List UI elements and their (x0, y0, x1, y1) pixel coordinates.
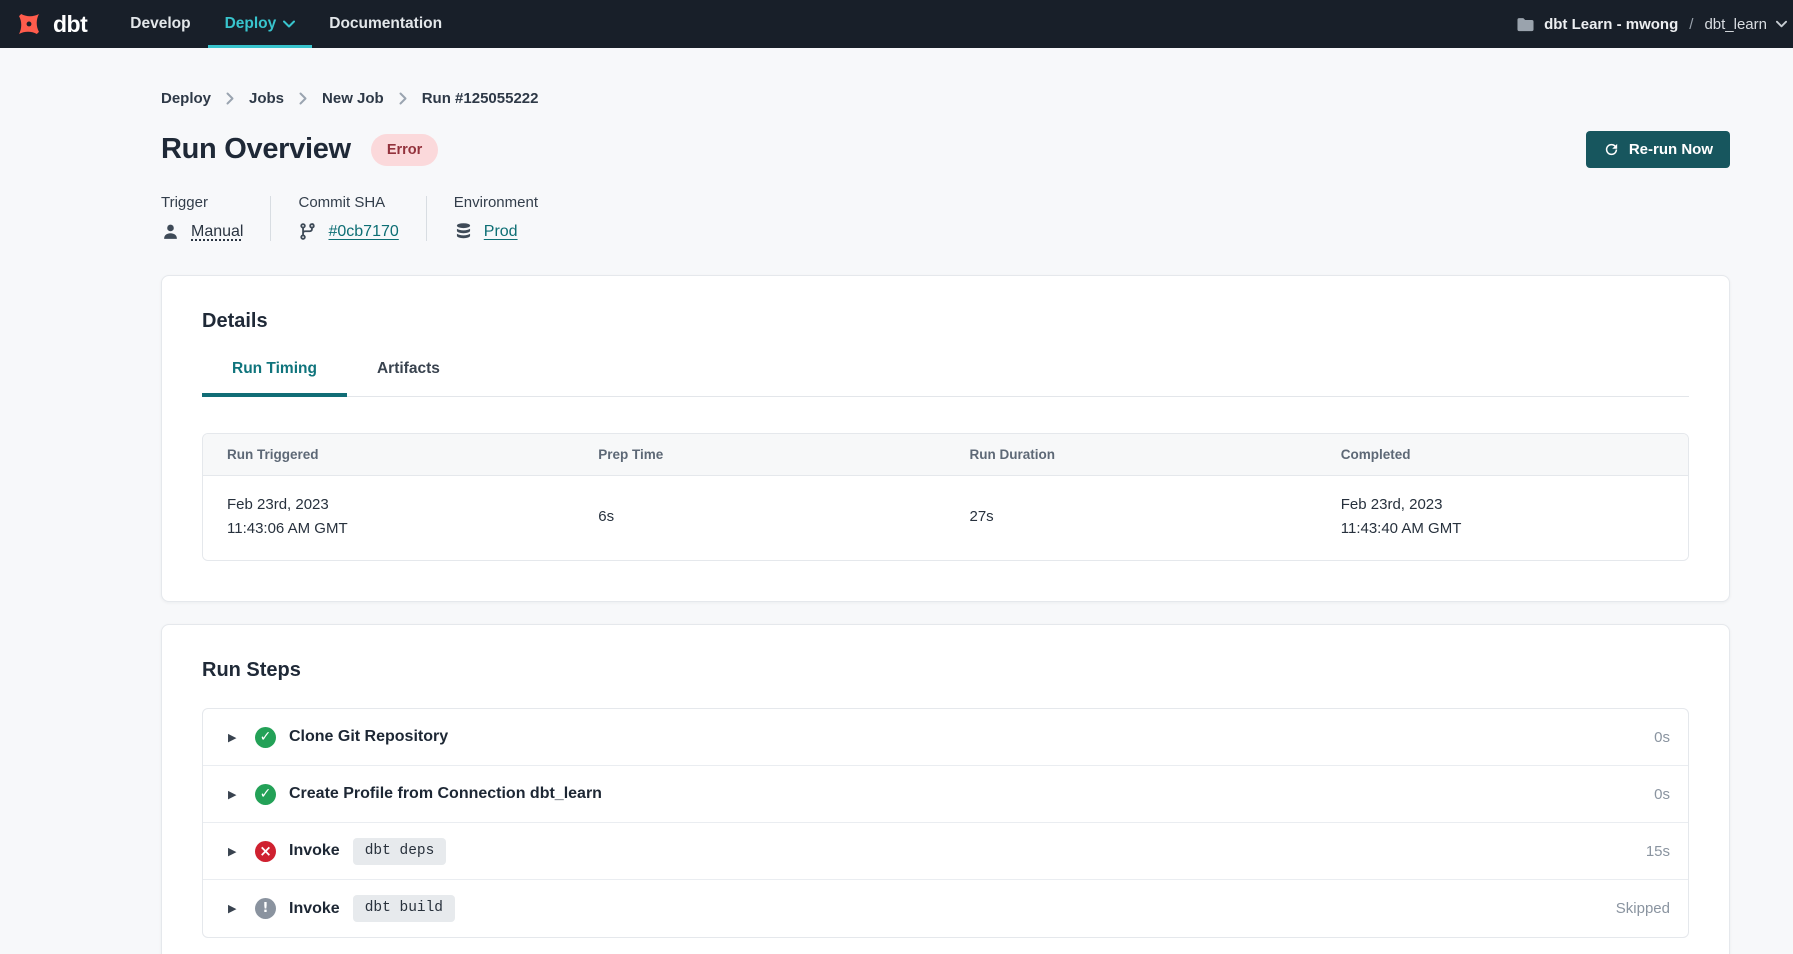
breadcrumb-run-id[interactable]: Run #125055222 (422, 90, 539, 107)
project-switcher[interactable]: dbt Learn - mwong / dbt_learn (1516, 16, 1789, 33)
environment-link[interactable]: Prod (484, 223, 518, 241)
expand-caret-icon[interactable]: ▶ (228, 731, 255, 744)
details-card: Details Run Timing Artifacts Run Trigger… (161, 275, 1730, 602)
nav-item-documentation[interactable]: Documentation (312, 0, 459, 48)
commit-sha-label: Commit SHA (298, 194, 398, 211)
account-name: dbt Learn - mwong (1544, 16, 1678, 33)
breadcrumb-deploy[interactable]: Deploy (161, 90, 211, 107)
step-duration: Skipped (1616, 900, 1670, 917)
breadcrumb-new-job[interactable]: New Job (322, 90, 384, 107)
run-timing-table: Run Triggered Prep Time Run Duration Com… (202, 433, 1689, 561)
step-duration: 0s (1654, 729, 1670, 746)
step-command-chip: dbt deps (353, 838, 447, 865)
primary-nav: Develop Deploy Documentation (113, 0, 459, 48)
meta-divider (270, 196, 271, 241)
meta-environment: Environment Prod (454, 194, 538, 241)
nav-item-deploy[interactable]: Deploy (208, 0, 313, 48)
step-label: Invoke (289, 900, 340, 918)
meta-commit-sha: Commit SHA #0cb7170 (298, 194, 398, 241)
project-separator: / (1687, 16, 1695, 33)
step-row-create-profile[interactable]: ▶ ✓ Create Profile from Connection dbt_l… (203, 766, 1688, 823)
nav-item-develop[interactable]: Develop (113, 0, 207, 48)
run-steps-title: Run Steps (202, 659, 1689, 682)
dbt-logo[interactable]: dbt (14, 9, 87, 39)
database-icon (454, 222, 473, 241)
step-command-chip: dbt build (353, 895, 455, 922)
run-triggered-time: 11:43:06 AM GMT (227, 517, 574, 541)
run-triggered-date: Feb 23rd, 2023 (227, 493, 574, 517)
completed-date: Feb 23rd, 2023 (1341, 493, 1688, 517)
column-header-run-duration: Run Duration (946, 447, 1317, 462)
trigger-value[interactable]: Manual (191, 223, 243, 241)
expand-caret-icon[interactable]: ▶ (228, 788, 255, 801)
page-title: Run Overview (161, 133, 351, 166)
run-steps-card: Run Steps ▶ ✓ Clone Git Repository 0s ▶ … (161, 624, 1730, 954)
breadcrumb: Deploy Jobs New Job Run #125055222 (161, 90, 1730, 107)
step-row-invoke-dbt-build[interactable]: ▶ ! Invoke dbt build Skipped (203, 880, 1688, 937)
person-icon (161, 222, 180, 241)
step-label: Clone Git Repository (289, 728, 448, 746)
column-header-completed: Completed (1317, 447, 1688, 462)
folder-icon (1516, 16, 1535, 33)
status-badge: Error (371, 134, 438, 166)
details-tabs: Run Timing Artifacts (202, 360, 1689, 397)
breadcrumb-jobs[interactable]: Jobs (249, 90, 284, 107)
tab-run-timing[interactable]: Run Timing (202, 360, 347, 397)
rerun-now-label: Re-run Now (1629, 141, 1713, 158)
meta-divider (426, 196, 427, 241)
step-label: Invoke (289, 842, 340, 860)
commit-sha-link[interactable]: #0cb7170 (328, 223, 398, 241)
chevron-right-icon (299, 92, 307, 105)
brand-name: dbt (53, 11, 87, 38)
step-duration: 0s (1654, 786, 1670, 803)
run-meta: Trigger Manual Commit SHA #0cb7170 Envir… (161, 194, 1730, 241)
step-row-invoke-dbt-deps[interactable]: ▶ × Invoke dbt deps 15s (203, 823, 1688, 880)
table-row: Feb 23rd, 2023 11:43:06 AM GMT 6s 27s Fe… (203, 476, 1688, 560)
page-header: Run Overview Error Re-run Now (161, 131, 1730, 168)
step-label: Create Profile from Connection dbt_learn (289, 785, 602, 803)
details-title: Details (202, 310, 1689, 333)
success-icon: ✓ (255, 727, 276, 748)
nav-item-label: Deploy (225, 15, 277, 33)
cell-prep-time: 6s (574, 505, 945, 529)
chevron-right-icon (399, 92, 407, 105)
step-duration: 15s (1646, 843, 1670, 860)
chevron-right-icon (226, 92, 234, 105)
git-branch-icon (298, 222, 317, 241)
nav-item-label: Develop (130, 15, 190, 33)
trigger-label: Trigger (161, 194, 243, 211)
rerun-now-button[interactable]: Re-run Now (1586, 131, 1730, 168)
column-header-run-triggered: Run Triggered (203, 447, 574, 462)
cell-run-duration: 27s (946, 505, 1317, 529)
table-header-row: Run Triggered Prep Time Run Duration Com… (203, 434, 1688, 476)
tab-artifacts[interactable]: Artifacts (347, 360, 470, 397)
chevron-down-icon (283, 20, 295, 28)
dbt-mark-icon (14, 9, 44, 39)
completed-time: 11:43:40 AM GMT (1341, 517, 1688, 541)
expand-caret-icon[interactable]: ▶ (228, 902, 255, 915)
refresh-icon (1603, 141, 1620, 158)
cell-run-triggered: Feb 23rd, 2023 11:43:06 AM GMT (203, 493, 574, 541)
column-header-prep-time: Prep Time (574, 447, 945, 462)
main-content: Deploy Jobs New Job Run #125055222 Run O… (161, 90, 1730, 954)
top-nav: dbt Develop Deploy Documentation dbt Lea… (0, 0, 1793, 48)
run-steps-list: ▶ ✓ Clone Git Repository 0s ▶ ✓ Create P… (202, 708, 1689, 938)
meta-trigger: Trigger Manual (161, 194, 243, 241)
chevron-down-icon (1776, 20, 1787, 28)
success-icon: ✓ (255, 784, 276, 805)
error-icon: × (255, 841, 276, 862)
project-name: dbt_learn (1704, 16, 1767, 33)
environment-label: Environment (454, 194, 538, 211)
skipped-icon: ! (255, 898, 276, 919)
step-row-clone-git-repository[interactable]: ▶ ✓ Clone Git Repository 0s (203, 709, 1688, 766)
nav-item-label: Documentation (329, 15, 442, 33)
expand-caret-icon[interactable]: ▶ (228, 845, 255, 858)
cell-completed: Feb 23rd, 2023 11:43:40 AM GMT (1317, 493, 1688, 541)
